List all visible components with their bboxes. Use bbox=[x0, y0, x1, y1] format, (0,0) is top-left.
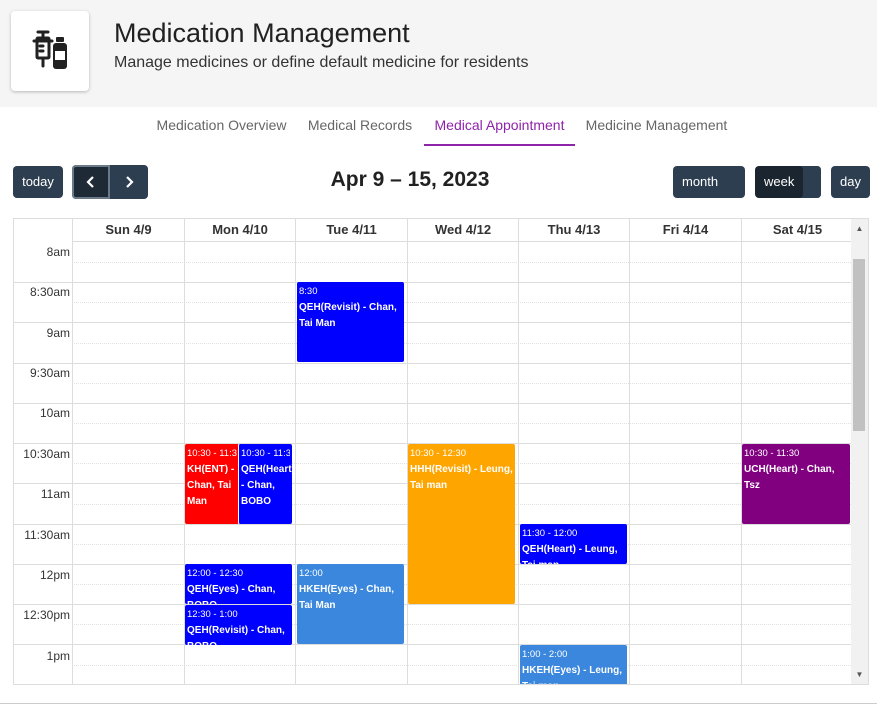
event-title: QEH(Eyes) - Chan, BOBO bbox=[187, 584, 276, 604]
tab-bar: Medication Overview Medical Records Medi… bbox=[0, 107, 877, 147]
appointment-event[interactable]: 8:30 QEH(Revisit) - Chan, Tai Man bbox=[297, 282, 404, 362]
event-title: QEH(Heart) - Leung, Tai man bbox=[522, 544, 618, 564]
grid-divider bbox=[629, 219, 630, 684]
event-time: 10:30 - 11:30 bbox=[187, 448, 237, 459]
event-time: 11:30 - 12:00 bbox=[522, 528, 578, 539]
event-time: 12:30 - 1:00 bbox=[187, 609, 238, 620]
chevron-left-icon bbox=[86, 176, 94, 188]
grid-line bbox=[14, 322, 853, 323]
tab-medical-appointment[interactable]: Medical Appointment bbox=[424, 107, 575, 146]
event-time: 10:30 - 11:30 bbox=[241, 448, 290, 459]
grid-line bbox=[14, 282, 853, 283]
app-logo bbox=[11, 11, 89, 91]
grid-line bbox=[72, 302, 853, 303]
event-title: HKEH(Eyes) - Leung, Tai man bbox=[522, 665, 623, 684]
page-subtitle: Manage medicines or define default medic… bbox=[114, 54, 529, 71]
day-header-mon[interactable]: Mon 4/10 bbox=[184, 219, 295, 242]
time-label: 10:30am bbox=[23, 447, 70, 461]
next-week-button[interactable] bbox=[110, 165, 148, 199]
appointment-event[interactable]: 10:30 - 12:30 HHH(Revisit) - Leung, Tai … bbox=[408, 444, 515, 604]
today-button[interactable]: today bbox=[13, 166, 63, 198]
grid-line bbox=[72, 423, 853, 424]
appointment-event[interactable]: 11:30 - 12:00 QEH(Heart) - Leung, Tai ma… bbox=[520, 524, 627, 564]
page-divider bbox=[0, 703, 877, 704]
event-time: 12:00 bbox=[299, 568, 323, 579]
day-header-sat[interactable]: Sat 4/15 bbox=[741, 219, 853, 242]
event-time: 8:30 bbox=[299, 286, 318, 297]
event-title: QEH(Heart) - Chan, BOBO bbox=[241, 464, 292, 507]
grid-divider bbox=[295, 219, 296, 684]
event-title: QEH(Revisit) - Chan, BOBO bbox=[187, 625, 285, 645]
chevron-right-icon bbox=[126, 176, 134, 188]
grid-line bbox=[72, 262, 853, 263]
page-header: Medication Management Manage medicines o… bbox=[0, 0, 877, 107]
calendar-scrollbar[interactable]: ▲ ▼ bbox=[851, 219, 868, 684]
time-label: 10am bbox=[39, 406, 70, 420]
time-label: 12pm bbox=[39, 568, 70, 582]
month-view-button[interactable]: month bbox=[673, 166, 745, 198]
grid-line bbox=[14, 644, 853, 645]
time-label: 8am bbox=[46, 245, 70, 259]
week-view-button[interactable]: week bbox=[755, 166, 821, 198]
day-view-button[interactable]: day bbox=[831, 166, 870, 198]
event-time: 12:00 - 12:30 bbox=[187, 568, 243, 579]
appointment-event[interactable]: 10:30 - 11:30 UCH(Heart) - Chan, Tsz bbox=[742, 444, 850, 524]
event-title: QEH(Revisit) - Chan, Tai Man bbox=[299, 302, 397, 329]
appointment-event[interactable]: 12:00 HKEH(Eyes) - Chan, Tai Man bbox=[297, 564, 404, 644]
grid-divider bbox=[72, 219, 73, 684]
tab-medical-records[interactable]: Medical Records bbox=[300, 107, 420, 146]
day-header-thu[interactable]: Thu 4/13 bbox=[518, 219, 629, 242]
day-header-wed[interactable]: Wed 4/12 bbox=[407, 219, 518, 242]
date-range-title: Apr 9 – 15, 2023 bbox=[330, 168, 490, 191]
tab-medication-overview[interactable]: Medication Overview bbox=[150, 107, 293, 146]
page-title: Medication Management bbox=[114, 18, 410, 48]
scroll-down-arrow-icon[interactable]: ▼ bbox=[851, 667, 868, 683]
grid-line bbox=[72, 665, 853, 666]
day-header-fri[interactable]: Fri 4/14 bbox=[629, 219, 741, 242]
week-navigation bbox=[72, 165, 148, 199]
day-header-tue[interactable]: Tue 4/11 bbox=[295, 219, 407, 242]
time-label: 11:30am bbox=[24, 528, 70, 542]
day-header-sun[interactable]: Sun 4/9 bbox=[72, 219, 184, 242]
event-title: KH(ENT) - Chan, Tai Man bbox=[187, 464, 235, 507]
grid-line bbox=[72, 383, 853, 384]
scrollbar-thumb[interactable] bbox=[853, 259, 865, 431]
grid-divider bbox=[518, 219, 519, 684]
appointment-event[interactable]: 12:00 - 12:30 QEH(Eyes) - Chan, BOBO bbox=[185, 564, 292, 604]
grid-line bbox=[72, 343, 853, 344]
scroll-up-arrow-icon[interactable]: ▲ bbox=[851, 221, 868, 237]
time-label: 9am bbox=[46, 326, 70, 340]
event-time: 1:00 - 2:00 bbox=[522, 649, 568, 660]
time-label: 9:30am bbox=[29, 366, 70, 380]
event-time: 10:30 - 11:30 bbox=[744, 448, 800, 459]
appointment-event[interactable]: 10:30 - 11:30 QEH(Heart) - Chan, BOBO bbox=[238, 444, 292, 524]
time-label: 12:30pm bbox=[23, 608, 70, 622]
event-title: HHH(Revisit) - Leung, Tai man bbox=[410, 464, 513, 491]
tab-medicine-management[interactable]: Medicine Management bbox=[580, 107, 733, 146]
grid-line bbox=[14, 604, 853, 605]
grid-line bbox=[14, 363, 853, 364]
event-title: HKEH(Eyes) - Chan, Tai Man bbox=[299, 584, 395, 611]
week-calendar: Sun 4/9 Mon 4/10 Tue 4/11 Wed 4/12 Thu 4… bbox=[13, 218, 869, 685]
event-time: 10:30 - 12:30 bbox=[410, 448, 466, 459]
appointment-event[interactable]: 12:30 - 1:00 QEH(Revisit) - Chan, BOBO bbox=[185, 605, 292, 645]
time-label: 8:30am bbox=[29, 285, 70, 299]
grid-line bbox=[14, 403, 853, 404]
prev-week-button[interactable] bbox=[72, 165, 110, 199]
medicine-syringe-bottle-icon bbox=[32, 30, 67, 69]
time-label: 11am bbox=[40, 487, 70, 501]
appointment-event[interactable]: 1:00 - 2:00 HKEH(Eyes) - Leung, Tai man bbox=[520, 645, 627, 684]
appointment-event[interactable]: 10:30 - 11:30 KH(ENT) - Chan, Tai Man bbox=[185, 444, 239, 524]
event-title: UCH(Heart) - Chan, Tsz bbox=[744, 464, 835, 491]
time-label: 1pm bbox=[46, 649, 70, 663]
